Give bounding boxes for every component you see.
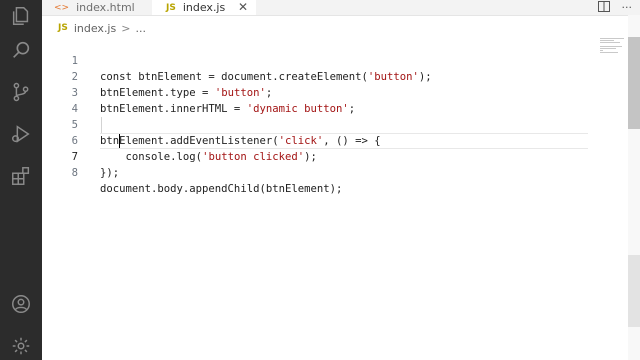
split-editor-icon[interactable] — [597, 0, 610, 15]
code-line[interactable]: 3 btnElement.innerHTML = 'dynamic button… — [42, 69, 356, 115]
breadcrumb-file[interactable]: index.js — [74, 22, 116, 35]
code-line[interactable]: 1 const btnElement = document.createElem… — [42, 37, 432, 83]
source-control-icon[interactable] — [9, 80, 33, 104]
breadcrumb-separator: > — [121, 21, 131, 35]
scrollbar-thumb[interactable] — [628, 37, 640, 129]
files-icon[interactable] — [9, 4, 33, 28]
line-text: }); — [100, 167, 120, 179]
line-text: const btnElement = document.createElemen… — [100, 71, 432, 83]
line-text: btnElement.type = 'button'; — [100, 87, 273, 99]
html-file-icon: <> — [54, 2, 70, 13]
editor-actions: ··· — [597, 0, 633, 15]
line-text: btnElement.addEventListener('click', () … — [100, 135, 381, 147]
tab-bar: <> index.html JS index.js ✕ ··· — [42, 0, 640, 16]
text-cursor — [119, 134, 120, 148]
breadcrumb-more[interactable]: ... — [135, 22, 146, 35]
js-file-icon: JS — [58, 23, 68, 33]
vertical-scrollbar[interactable] — [628, 15, 640, 360]
line-text: console.log('button clicked'); — [100, 151, 317, 163]
search-icon[interactable] — [9, 38, 33, 62]
breadcrumb: JS index.js > ... — [58, 20, 146, 36]
minimap[interactable] — [600, 38, 626, 53]
settings-gear-icon[interactable] — [9, 334, 33, 358]
more-actions-icon[interactable]: ··· — [622, 1, 633, 14]
code-line[interactable]: 6 console.log('button clicked'); — [42, 117, 317, 163]
line-number: 8 — [71, 167, 78, 179]
tab-label: index.js — [182, 1, 226, 14]
indent-guide — [101, 117, 102, 133]
code-line[interactable]: 4 — [42, 85, 78, 115]
js-file-icon: JS — [166, 2, 176, 13]
run-debug-icon[interactable] — [9, 122, 33, 146]
tab-index-js[interactable]: JS index.js ✕ — [152, 0, 256, 15]
close-icon[interactable]: ✕ — [238, 0, 248, 14]
tab-label: index.html — [76, 1, 135, 14]
tab-index-html[interactable]: <> index.html — [42, 0, 150, 15]
code-line[interactable]: 7 }); — [42, 133, 120, 179]
scrollbar-track-segment — [628, 255, 640, 327]
line-text: document.body.appendChild(btnElement); — [100, 183, 343, 195]
line-text: btnElement.innerHTML = 'dynamic button'; — [100, 103, 356, 115]
extensions-icon[interactable] — [9, 164, 33, 188]
code-line[interactable]: 2 btnElement.type = 'button'; — [42, 53, 273, 99]
account-icon[interactable] — [9, 292, 33, 316]
code-line[interactable]: 8 document.body.appendChild(btnElement); — [42, 149, 343, 195]
code-line[interactable]: 5 btnElement.addEventListener('click', (… — [42, 101, 381, 147]
activity-bar — [0, 0, 42, 360]
